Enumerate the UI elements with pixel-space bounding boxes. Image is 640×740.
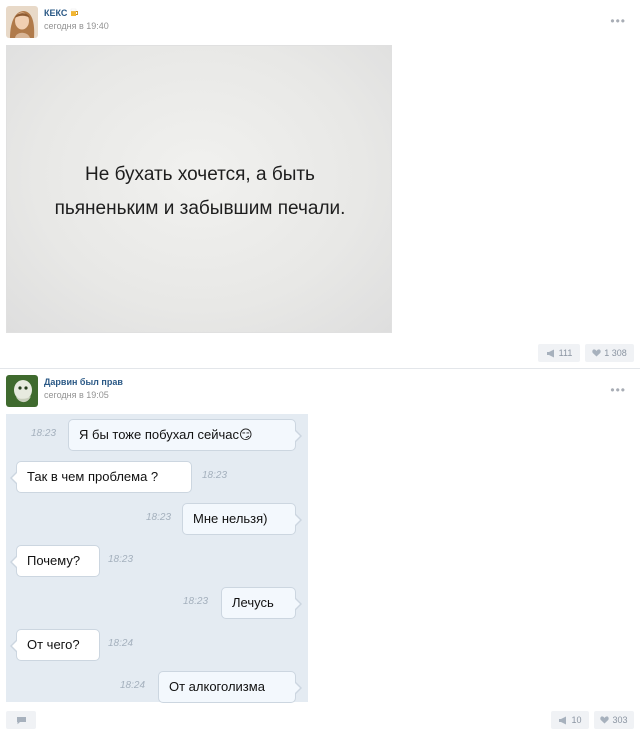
chat-screenshot-image[interactable]: 18:23 Я бы тоже побухал сейчас😏 Так в че…: [6, 414, 308, 703]
like-count: 303: [612, 715, 628, 725]
message-text: От чего?: [27, 637, 80, 652]
post-header: КЕКС сегодня в 19:40 •••: [6, 6, 626, 40]
like-count: 1 308: [604, 348, 627, 358]
megaphone-icon: [558, 716, 568, 725]
megaphone-icon: [546, 349, 556, 358]
like-button[interactable]: 303: [594, 711, 634, 729]
repost-count: 10: [571, 715, 582, 725]
author-name[interactable]: КЕКС: [44, 8, 79, 19]
message-time: 18:24: [108, 638, 134, 649]
message-text: Почему?: [27, 553, 81, 568]
message-time: 18:24: [120, 680, 146, 691]
message-text: Так в чем проблема ?: [27, 469, 159, 484]
heart-icon: [592, 349, 601, 357]
message-time: 18:23: [183, 596, 209, 607]
author-name[interactable]: Дарвин был прав: [44, 377, 123, 387]
message-time: 18:23: [146, 512, 172, 523]
message-time: 18:23: [202, 470, 228, 481]
author-avatar[interactable]: [6, 375, 38, 407]
heart-icon: [600, 716, 610, 724]
post-actions: 10 303: [0, 711, 640, 729]
message-text: Лечусь: [232, 595, 274, 610]
message-time: 18:23: [108, 554, 134, 565]
message-text: Мне нельзя): [193, 511, 268, 526]
post-actions: 111 1 308: [0, 344, 640, 362]
message-bubble-incoming: От чего?: [10, 629, 100, 661]
message-bubble-incoming: Так в чем проблема ?: [10, 461, 192, 493]
comment-icon: [16, 716, 27, 725]
post-image[interactable]: Не бухать хочется, а быть пьяненьким и з…: [6, 45, 392, 333]
message-bubble-outgoing: Я бы тоже побухал сейчас😏: [68, 419, 302, 451]
message-bubble-outgoing: Мне нельзя): [182, 503, 302, 535]
more-dots-icon[interactable]: •••: [610, 14, 626, 28]
message-time: 18:23: [31, 428, 57, 439]
message-bubble-outgoing: Лечусь: [221, 587, 302, 619]
repost-count: 111: [558, 348, 573, 358]
message-bubble-incoming: Почему?: [10, 545, 100, 577]
post-header: Дарвин был прав сегодня в 19:05 •••: [6, 375, 626, 409]
like-button[interactable]: 1 308: [585, 344, 634, 362]
more-dots-icon[interactable]: •••: [610, 383, 626, 397]
comment-button[interactable]: [6, 711, 36, 729]
message-text: От алкоголизма: [169, 679, 265, 694]
image-quote-line-1: Не бухать хочется, а быть: [85, 164, 315, 185]
repost-button[interactable]: 10: [551, 711, 589, 729]
post-darwin: Дарвин был прав сегодня в 19:05 ••• 18:2…: [0, 368, 640, 740]
message-bubble-outgoing: От алкоголизма: [158, 671, 302, 703]
post-timestamp[interactable]: сегодня в 19:40: [44, 21, 109, 31]
post-kex: КЕКС сегодня в 19:40 ••• Не бухать хочет…: [0, 0, 640, 368]
image-quote-text: Не бухать хочется, а быть пьяненьким и з…: [7, 158, 393, 226]
message-text: Я бы тоже побухал сейчас😏: [79, 427, 253, 442]
beer-mug-icon: [70, 8, 79, 19]
author-avatar[interactable]: [6, 6, 38, 38]
repost-button[interactable]: 111: [538, 344, 580, 362]
post-timestamp[interactable]: сегодня в 19:05: [44, 390, 109, 400]
image-quote-line-2: пьяненьким и забывшим печали.: [54, 198, 346, 219]
